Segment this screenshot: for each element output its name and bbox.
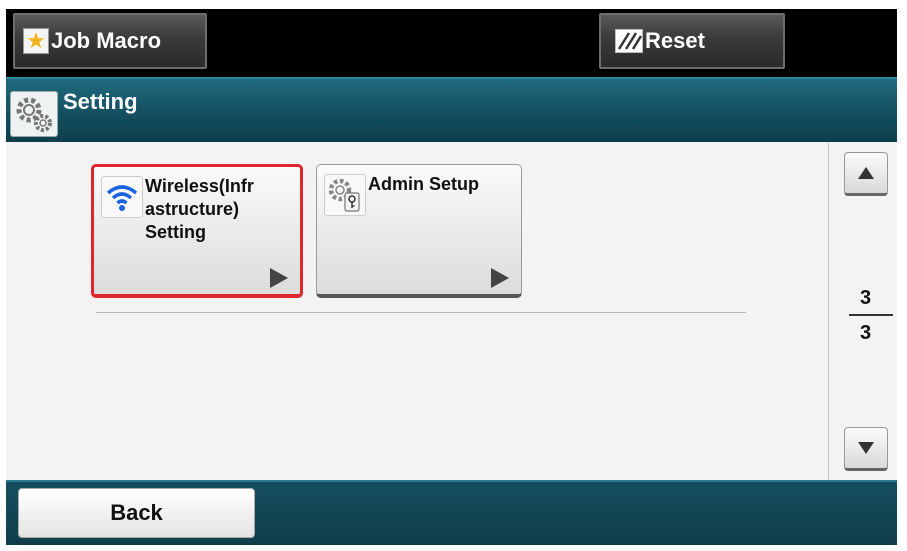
job-macro-button[interactable]: ★ Job Macro — [13, 13, 207, 69]
label-line: Setting — [145, 222, 206, 242]
back-button[interactable]: Back — [18, 488, 255, 538]
page-total: 3 — [859, 322, 872, 344]
settings-gear-icon — [10, 91, 58, 137]
label-line: astructure) — [145, 199, 240, 219]
admin-setup-label: Admin Setup — [368, 173, 479, 196]
page-title: Setting — [63, 89, 138, 114]
wireless-infrastructure-setting-button[interactable]: Wireless(Infr astructure) Setting — [91, 164, 303, 298]
label-line: Wireless(Infr — [145, 176, 254, 196]
admin-setup-button[interactable]: Admin Setup — [316, 164, 522, 298]
page-current: 3 — [859, 287, 872, 309]
top-bar: ★ Job Macro Reset — [6, 9, 897, 77]
back-label: Back — [110, 500, 163, 525]
job-macro-label: Job Macro — [51, 28, 162, 53]
page-scroller: 3 3 — [828, 142, 897, 480]
bottom-bar: Back — [6, 480, 897, 545]
wifi-icon — [101, 176, 143, 218]
play-arrow-icon — [270, 268, 288, 288]
page-fraction-line — [849, 314, 893, 316]
play-arrow-icon — [491, 268, 509, 288]
title-bar: Setting — [6, 77, 897, 144]
wireless-setting-label: Wireless(Infr astructure) Setting — [145, 175, 254, 244]
gear-key-icon — [324, 174, 366, 216]
triangle-up-icon — [858, 167, 874, 179]
menu-area: Wireless(Infr astructure) Setting Admin … — [6, 142, 897, 480]
reset-label: Reset — [645, 28, 705, 53]
scroll-down-button[interactable] — [844, 427, 888, 471]
triangle-down-icon — [858, 442, 874, 454]
label-line: Admin Setup — [368, 174, 479, 194]
star-icon: ★ — [23, 28, 49, 54]
reset-icon — [615, 29, 643, 53]
screen-frame: ★ Job Macro Reset Setting Wireless(Infr … — [6, 9, 897, 545]
reset-button[interactable]: Reset — [599, 13, 785, 69]
divider — [96, 312, 746, 313]
scroll-up-button[interactable] — [844, 152, 888, 196]
